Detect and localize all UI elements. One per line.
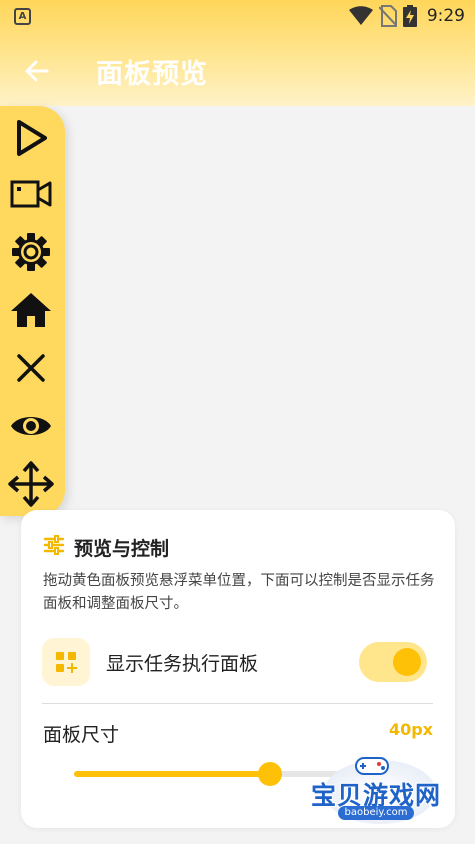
- watermark: 宝贝游戏网 baobeiy.com: [302, 754, 450, 826]
- battery-charging-icon: [402, 5, 417, 27]
- home-icon: [11, 293, 51, 327]
- record-button[interactable]: [7, 170, 55, 218]
- watermark-site: baobeiy.com: [338, 806, 414, 820]
- divider: [42, 703, 433, 704]
- app-header: A 9:29 面板预览: [0, 0, 475, 106]
- move-handle[interactable]: [7, 460, 55, 508]
- play-icon: [17, 120, 47, 156]
- dashboard-add-icon: [56, 652, 77, 673]
- page-title: 面板预览: [96, 59, 208, 90]
- close-icon: [17, 354, 45, 382]
- card-description: 拖动黄色面板预览悬浮菜单位置，下面可以控制是否显示任务面板和调整面板尺寸。: [43, 573, 435, 612]
- no-sim-icon: [378, 5, 397, 27]
- eye-icon: [11, 417, 51, 435]
- panel-size-value: 40px: [388, 720, 433, 739]
- slider-thumb[interactable]: [258, 762, 283, 786]
- move-icon: [8, 461, 54, 507]
- card-title: 预览与控制: [74, 538, 170, 560]
- show-task-panel-toggle[interactable]: [359, 642, 427, 682]
- visibility-button[interactable]: [7, 402, 55, 450]
- task-panel-icon-box: [42, 638, 90, 686]
- gear-icon: [12, 233, 50, 271]
- status-bar: A 9:29: [0, 0, 475, 33]
- play-button[interactable]: [7, 114, 55, 162]
- back-button[interactable]: [22, 56, 52, 86]
- slider-fill: [74, 771, 271, 777]
- sliders-icon: [43, 535, 65, 555]
- notification-badge: A: [14, 8, 31, 25]
- panel-size-label: 面板尺寸: [43, 724, 120, 746]
- floating-panel[interactable]: [0, 106, 65, 516]
- status-icons: 9:29: [348, 5, 465, 27]
- settings-button[interactable]: [7, 228, 55, 276]
- close-button[interactable]: [7, 344, 55, 392]
- gamepad-icon: [355, 757, 389, 775]
- home-button[interactable]: [7, 286, 55, 334]
- toggle-knob: [393, 648, 421, 676]
- wifi-icon: [348, 6, 373, 25]
- video-camera-icon: [10, 180, 52, 208]
- arrow-left-icon: [25, 60, 49, 82]
- show-task-panel-label: 显示任务执行面板: [106, 653, 259, 675]
- status-time: 9:29: [426, 6, 465, 26]
